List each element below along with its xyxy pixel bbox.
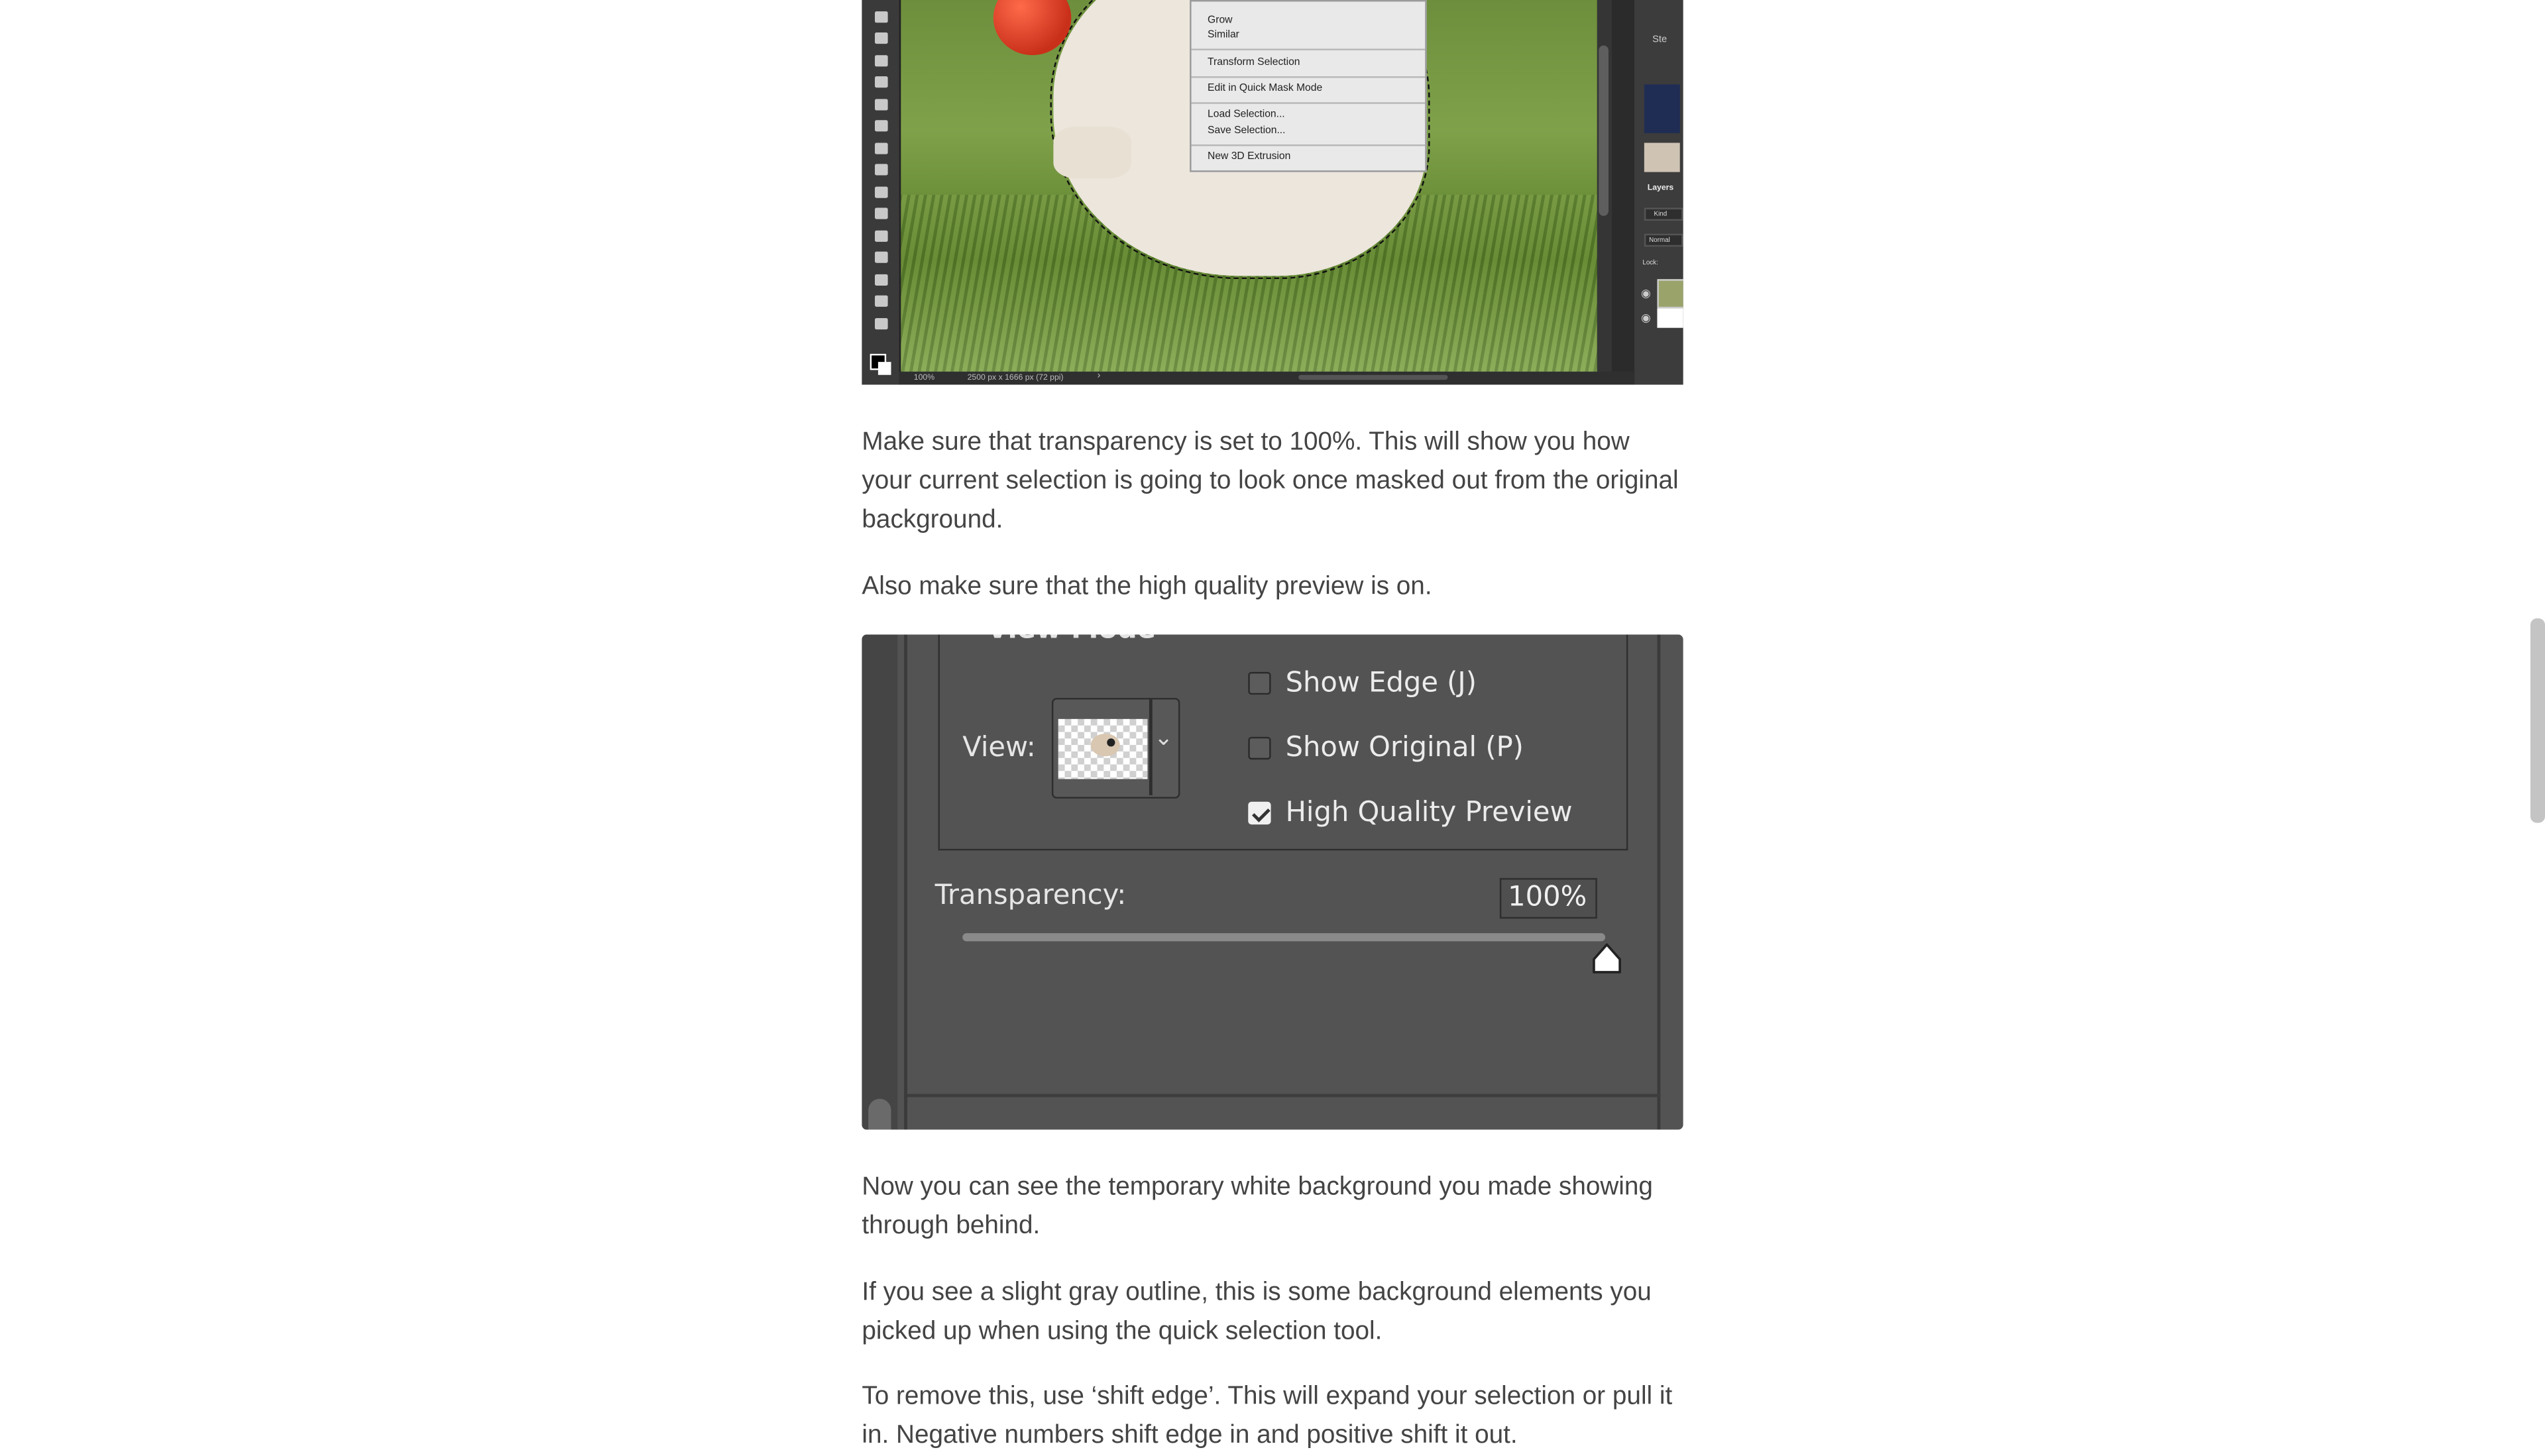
brush-tool-icon[interactable] (875, 11, 888, 23)
lock-label: Lock: (1642, 258, 1658, 266)
menu-separator (1191, 76, 1426, 78)
layer-thumbnail[interactable] (1657, 279, 1683, 309)
menu-separator (1191, 48, 1426, 50)
paragraph: Now you can see the temporary white back… (862, 1173, 1653, 1241)
rectangle-tool-icon[interactable] (875, 251, 888, 263)
history-brush-icon[interactable] (875, 76, 888, 88)
transparency-input[interactable]: 100% (1499, 877, 1597, 919)
blur-tool-icon[interactable] (875, 142, 888, 154)
horizontal-scroll-thumb[interactable] (1298, 374, 1448, 380)
scrollbar-thumb[interactable] (1599, 45, 1609, 216)
page-scrollbar[interactable] (2530, 618, 2545, 823)
status-bar: 100% 2500 px x 1666 px (72 ppi) › (899, 371, 1635, 385)
pen-tool-icon[interactable] (875, 186, 888, 198)
layers-panel: Ste Layers Kind Normal Lock: ◉ ◉ (1634, 0, 1683, 385)
menu-item-quick-mask[interactable]: Edit in Quick Mask Mode (1208, 83, 1322, 94)
panel-label: Ste (1652, 35, 1668, 46)
dog-thumbnail-icon (1090, 733, 1120, 757)
thumbnail-dog (1644, 142, 1680, 172)
stamp-tool-icon[interactable] (875, 55, 888, 67)
paragraph: Also make sure that the high quality pre… (862, 573, 1432, 601)
dodge-tool-icon[interactable] (875, 164, 888, 176)
layer-thumbnail[interactable] (1657, 308, 1683, 328)
background-color-icon[interactable] (877, 362, 891, 375)
canvas-scrollbar[interactable] (1597, 0, 1612, 372)
path-select-icon[interactable] (875, 230, 888, 242)
high-quality-preview-checkbox[interactable] (1248, 801, 1271, 825)
pencil-tool-icon[interactable] (875, 32, 888, 44)
red-ball (993, 0, 1072, 56)
gradient-tool-icon[interactable] (875, 120, 888, 132)
type-tool-icon[interactable] (875, 207, 888, 219)
view-thumbnail (1058, 718, 1148, 779)
panel-divider (904, 634, 907, 1130)
left-panel-bar (862, 634, 898, 1130)
menu-separator (1191, 102, 1426, 104)
panel-divider-horizontal (907, 1093, 1661, 1097)
dog-paw (1053, 127, 1131, 179)
show-edge-label[interactable]: Show Edge (J) (1286, 667, 1477, 700)
paragraph: Make sure that transparency is set to 10… (862, 428, 1679, 534)
transparency-slider-handle[interactable] (1591, 943, 1623, 976)
paragraph: To remove this, use ‘shift edge’. This w… (862, 1382, 1673, 1449)
show-original-label[interactable]: Show Original (P) (1286, 732, 1524, 764)
context-menu: Grow Similar Transform Selection Edit in… (1190, 0, 1427, 172)
menu-separator (1191, 144, 1426, 146)
menu-item-grow[interactable]: Grow (1208, 15, 1232, 26)
panel-divider (1657, 634, 1661, 1130)
eye-icon[interactable]: ◉ (1641, 287, 1651, 300)
layer-filter-input[interactable]: Kind (1644, 207, 1683, 221)
paragraph: If you see a slight gray outline, this i… (862, 1278, 1652, 1346)
chevron-down-icon[interactable]: ⌄ (1154, 726, 1173, 752)
blend-mode-select[interactable]: Normal (1644, 233, 1683, 247)
thumbnail-dark (1644, 84, 1680, 133)
photoshop-selection-screenshot: Grow Similar Transform Selection Edit in… (862, 0, 1683, 385)
menu-item-transform-selection[interactable]: Transform Selection (1208, 57, 1300, 68)
scroll-knob[interactable] (868, 1098, 891, 1130)
select-divider (1149, 699, 1152, 796)
transparency-label: Transparency: (934, 879, 1127, 913)
document-info: 2500 px x 1666 px (72 ppi) (967, 373, 1064, 383)
view-label: View: (962, 732, 1036, 765)
chevron-right-icon[interactable]: › (1098, 372, 1101, 382)
zoom-tool-icon[interactable] (875, 295, 888, 307)
more-tools-icon[interactable] (875, 318, 888, 330)
menu-item-save-selection[interactable]: Save Selection... (1208, 125, 1285, 137)
hand-tool-icon[interactable] (875, 274, 888, 286)
zoom-level: 100% (913, 373, 935, 383)
eraser-tool-icon[interactable] (875, 99, 888, 111)
view-select[interactable]: ⌄ (1051, 698, 1180, 799)
transparency-slider-track[interactable] (962, 933, 1606, 942)
view-mode-panel-screenshot: View Mode View: ⌄ Show Edge (J) Show Ori… (862, 634, 1683, 1130)
menu-item-3d-extrusion[interactable]: New 3D Extrusion (1208, 151, 1290, 162)
menu-item-similar[interactable]: Similar (1208, 29, 1239, 40)
menu-item-load-selection[interactable]: Load Selection... (1208, 109, 1285, 120)
high-quality-preview-label[interactable]: High Quality Preview (1286, 797, 1573, 829)
show-original-checkbox[interactable] (1248, 736, 1271, 760)
view-mode-title: View Mode (987, 635, 1156, 646)
eye-icon[interactable]: ◉ (1641, 311, 1651, 325)
dog-photo: Grow Similar Transform Selection Edit in… (899, 0, 1597, 372)
show-edge-checkbox[interactable] (1248, 671, 1271, 695)
layers-tab[interactable]: Layers (1648, 184, 1673, 194)
toolbar (862, 0, 901, 385)
